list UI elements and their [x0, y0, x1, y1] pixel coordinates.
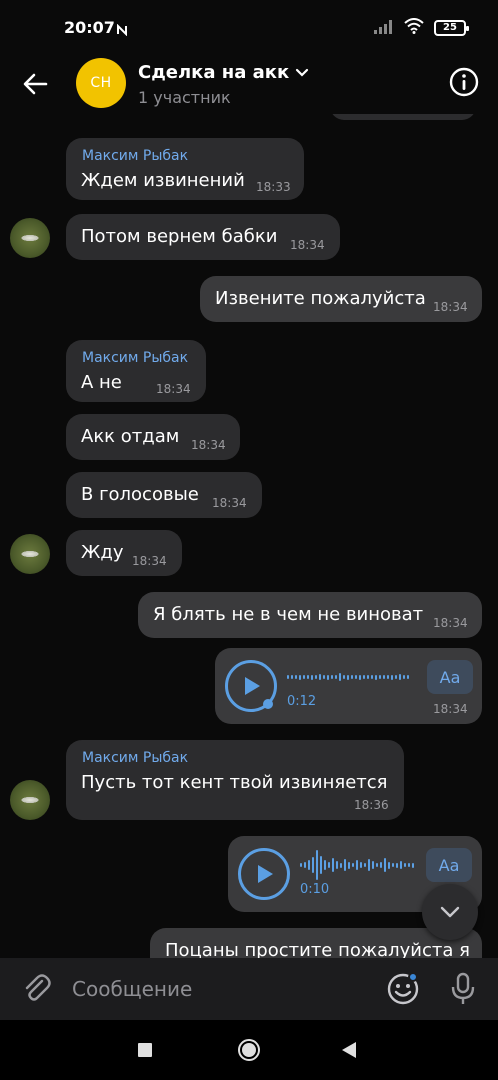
message-text: В голосовые	[81, 484, 199, 505]
chevron-down-icon	[296, 68, 309, 77]
message-text: Ждем извинений	[81, 170, 245, 191]
battery-level: 25	[443, 22, 457, 33]
message-bubble[interactable]: В голосовые 18:34	[66, 472, 262, 518]
message-text: Жду	[81, 542, 124, 563]
info-icon[interactable]	[448, 66, 480, 98]
chat-title[interactable]: Сделка на акк	[138, 62, 309, 83]
message-bubble-partial	[330, 114, 476, 120]
play-icon	[258, 865, 273, 883]
chat-header: СН Сделка на акк 1 участник	[0, 58, 498, 114]
message-list[interactable]: Максим Рыбак Ждем извинений 18:33 Потом …	[0, 114, 498, 958]
play-icon	[245, 677, 260, 695]
voice-waveform[interactable]	[287, 660, 409, 694]
message-text: А не	[81, 372, 122, 393]
chat-avatar[interactable]: СН	[76, 58, 126, 108]
avatar[interactable]	[10, 780, 50, 820]
back-arrow-icon[interactable]	[20, 68, 52, 100]
message-bubble[interactable]: Максим Рыбак Ждем извинений 18:33	[66, 138, 304, 200]
notification-dot	[408, 972, 418, 982]
back-icon[interactable]	[342, 1042, 356, 1058]
chevron-down-icon	[440, 906, 460, 918]
voice-duration: 0:10	[300, 882, 330, 897]
message-input[interactable]	[72, 970, 362, 1008]
voice-duration: 0:12	[287, 694, 317, 709]
message-composer	[0, 958, 498, 1020]
voice-message-outgoing[interactable]: 0:12 Aa 18:34	[215, 648, 482, 724]
play-button[interactable]	[238, 848, 290, 900]
message-bubble-outgoing[interactable]: Извените пожалуйста 18:34	[200, 276, 482, 322]
avatar[interactable]	[10, 534, 50, 574]
transcribe-button[interactable]: Aa	[426, 848, 472, 882]
message-time: 18:34	[132, 554, 167, 568]
recents-icon[interactable]	[138, 1043, 152, 1057]
system-navigation-bar	[0, 1020, 498, 1080]
message-time: 18:34	[191, 438, 226, 452]
wifi-icon	[404, 18, 424, 38]
message-time: 18:33	[256, 180, 291, 194]
message-bubble-outgoing[interactable]: Я блять не в чем не виноват 18:34	[138, 592, 482, 638]
transcribe-button[interactable]: Aa	[427, 660, 473, 694]
scroll-down-button[interactable]	[422, 884, 478, 940]
message-sender: Максим Рыбак	[82, 350, 189, 366]
status-bar: 20:07 25	[0, 0, 498, 58]
voice-waveform[interactable]	[300, 848, 414, 882]
message-sender: Максим Рыбак	[82, 148, 189, 164]
message-text: Я блять не в чем не виноват	[153, 604, 424, 625]
home-icon[interactable]	[238, 1039, 260, 1061]
avatar[interactable]	[10, 218, 50, 258]
message-bubble[interactable]: Максим Рыбак Пусть тот кент твой извиняе…	[66, 740, 404, 820]
message-text: Потом вернем бабки	[81, 226, 278, 247]
attach-icon[interactable]	[20, 972, 54, 1006]
message-time: 18:34	[433, 616, 468, 630]
message-time: 18:36	[354, 798, 389, 812]
message-sender: Максим Рыбак	[82, 750, 189, 766]
message-text: Пусть тот кент твой извиняется	[81, 772, 388, 793]
message-time: 18:34	[290, 238, 325, 252]
battery-icon: 25	[434, 20, 469, 36]
message-time: 18:34	[433, 300, 468, 314]
nfc-icon	[116, 21, 128, 40]
message-text: Акк отдам	[81, 426, 180, 447]
chat-title-text: Сделка на акк	[138, 62, 290, 83]
chat-members-count: 1 участник	[138, 88, 231, 107]
message-time: 18:34	[433, 702, 468, 716]
message-text: Извените пожалуйста	[215, 288, 426, 309]
microphone-icon[interactable]	[448, 972, 478, 1006]
signal-icon	[374, 19, 394, 38]
message-time: 18:34	[156, 382, 191, 396]
message-text: Поцаны простите пожалуйста я	[165, 940, 470, 958]
message-bubble[interactable]: Потом вернем бабки 18:34	[66, 214, 340, 260]
message-time: 18:34	[212, 496, 247, 510]
status-time: 20:07	[64, 18, 115, 37]
message-bubble[interactable]: Максим Рыбак А не 18:34	[66, 340, 206, 402]
voice-progress-dot	[263, 699, 273, 709]
message-bubble[interactable]: Акк отдам 18:34	[66, 414, 240, 460]
message-bubble[interactable]: Жду 18:34	[66, 530, 182, 576]
